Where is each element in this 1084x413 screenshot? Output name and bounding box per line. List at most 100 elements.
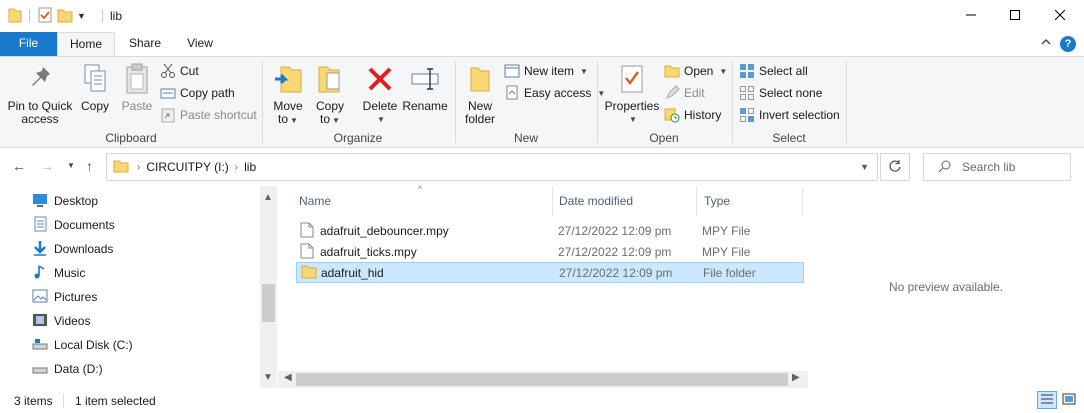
breadcrumb-lib[interactable]: lib (244, 160, 256, 174)
list-item-selected[interactable]: adafruit_hid 27/12/2022 12:09 pm File fo… (296, 262, 804, 283)
new-group-label: New (513, 131, 538, 145)
cut-button[interactable]: Cut (160, 62, 199, 80)
chevron-right-icon[interactable]: › (137, 162, 140, 173)
easy-access-label: Easy access (524, 86, 592, 100)
new-item-icon (504, 63, 520, 79)
column-header-type[interactable]: Type (704, 186, 730, 216)
new-folder-label-2: folder (464, 112, 496, 126)
file-name: adafruit_ticks.mpy (320, 244, 417, 259)
navigation-pane: Desktop Documents Downloads Music Pictur… (0, 186, 278, 388)
tab-view[interactable]: View (178, 32, 222, 56)
downloads-icon (32, 240, 48, 259)
address-bar[interactable]: › CIRCUITPY (I:) › lib ▼ (106, 153, 878, 181)
copy-to-label-2-text: to (320, 112, 331, 126)
copy-button[interactable]: Copy (76, 61, 114, 113)
tab-file[interactable]: File (0, 32, 57, 56)
breadcrumb-drive[interactable]: CIRCUITPY (I:) (146, 160, 228, 174)
details-view-icon (1040, 393, 1054, 408)
new-group: New folder New item ▼ Easy access ▼ New (456, 57, 605, 148)
details-view-button[interactable] (1037, 391, 1057, 409)
properties-button[interactable]: Properties ▼ (602, 61, 662, 126)
nav-item-label: Data (D:) (54, 362, 103, 376)
nav-pane-scrollbar[interactable]: ▲ ▼ (260, 186, 277, 388)
chevron-up-icon[interactable] (1040, 36, 1052, 51)
new-folder-button[interactable]: New folder (460, 61, 500, 126)
pin-icon (23, 61, 57, 97)
move-to-button[interactable]: Move to ▼ (269, 61, 307, 127)
minimize-button[interactable] (948, 0, 994, 32)
back-arrow-icon[interactable]: ← (12, 158, 26, 174)
copy-path-button[interactable]: Copy path (160, 84, 235, 102)
chevron-right-icon[interactable]: › (235, 162, 238, 173)
scrollbar-thumb[interactable] (296, 373, 788, 386)
nav-item-local-disk[interactable]: Local Disk (C:) (32, 334, 133, 356)
refresh-button[interactable] (880, 153, 910, 181)
up-arrow-icon[interactable]: ↑ (86, 158, 93, 174)
history-button[interactable]: History (664, 106, 721, 124)
edit-button[interactable]: Edit (664, 84, 705, 102)
paste-button[interactable]: Paste (118, 61, 156, 113)
maximize-button[interactable] (992, 0, 1038, 32)
file-date: 27/12/2022 12:09 pm (558, 223, 672, 238)
nav-item-videos[interactable]: Videos (32, 310, 90, 332)
scroll-right-icon[interactable]: ▶ (792, 372, 800, 383)
select-all-button[interactable]: Select all (739, 62, 808, 80)
file-date: 27/12/2022 12:09 pm (559, 265, 673, 280)
new-folder-icon[interactable] (57, 7, 73, 26)
tab-share[interactable]: Share (124, 32, 166, 56)
sort-ascending-icon: ^ (418, 184, 423, 194)
close-button[interactable] (1037, 0, 1083, 32)
copy-icon (78, 61, 112, 97)
large-icons-view-button[interactable] (1059, 391, 1079, 409)
scroll-down-icon[interactable]: ▼ (263, 372, 273, 383)
rename-icon (408, 61, 442, 97)
select-none-button[interactable]: Select none (739, 84, 822, 102)
videos-icon (32, 312, 48, 331)
select-none-icon (739, 85, 755, 101)
invert-selection-icon (739, 107, 755, 123)
list-item[interactable]: adafruit_ticks.mpy 27/12/2022 12:09 pm M… (296, 241, 804, 262)
forward-arrow-icon[interactable]: → (40, 158, 54, 174)
search-input[interactable]: Search lib (923, 153, 1071, 181)
paste-shortcut-button[interactable]: Paste shortcut (160, 106, 257, 124)
properties-icon[interactable] (37, 7, 53, 26)
nav-item-desktop[interactable]: Desktop (32, 190, 98, 212)
chevron-down-icon[interactable]: ▼ (860, 162, 869, 172)
delete-label: Delete (362, 99, 398, 113)
file-list-horizontal-scrollbar[interactable]: ◀ ▶ (278, 371, 808, 388)
copy-to-button[interactable]: Copy to ▼ (311, 61, 349, 127)
nav-item-label: Pictures (54, 290, 98, 304)
nav-item-pictures[interactable]: Pictures (32, 286, 97, 308)
scroll-left-icon[interactable]: ◀ (284, 372, 292, 383)
easy-access-icon (504, 85, 520, 101)
easy-access-button[interactable]: Easy access ▼ (504, 84, 605, 102)
rename-button[interactable]: Rename (402, 61, 448, 113)
nav-item-downloads[interactable]: Downloads (32, 238, 113, 260)
column-header-name[interactable]: Name (299, 186, 331, 216)
column-header-date[interactable]: Date modified (559, 186, 633, 216)
recent-locations-icon[interactable]: ▼ (67, 161, 75, 170)
nav-item-music[interactable]: Music (32, 262, 85, 284)
nav-item-data-drive[interactable]: Data (D:) (32, 358, 103, 380)
help-icon[interactable]: ? (1060, 36, 1076, 52)
nav-item-documents[interactable]: Documents (32, 214, 115, 236)
large-icons-view-icon (1062, 393, 1076, 408)
tab-home[interactable]: Home (57, 32, 115, 56)
minimize-icon (966, 9, 976, 23)
new-item-button[interactable]: New item ▼ (504, 62, 588, 80)
drive-icon (32, 360, 48, 379)
documents-icon (32, 216, 48, 235)
invert-selection-button[interactable]: Invert selection (739, 106, 840, 124)
delete-button[interactable]: Delete ▼ (361, 61, 399, 126)
open-button[interactable]: Open ▼ (664, 62, 727, 80)
folder-icon (113, 158, 129, 177)
nav-item-label: Documents (54, 218, 115, 232)
pin-to-quick-access-button[interactable]: Pin to Quick access (6, 61, 74, 126)
music-icon (32, 264, 48, 283)
scrollbar-thumb[interactable] (262, 284, 275, 322)
customize-toolbar-icon[interactable]: ▼ (77, 11, 86, 21)
list-item[interactable]: adafruit_debouncer.mpy 27/12/2022 12:09 … (296, 220, 804, 241)
select-group: Select all Select none Invert selection … (733, 57, 845, 148)
scroll-up-icon[interactable]: ▲ (263, 192, 273, 203)
select-none-label: Select none (759, 86, 823, 100)
